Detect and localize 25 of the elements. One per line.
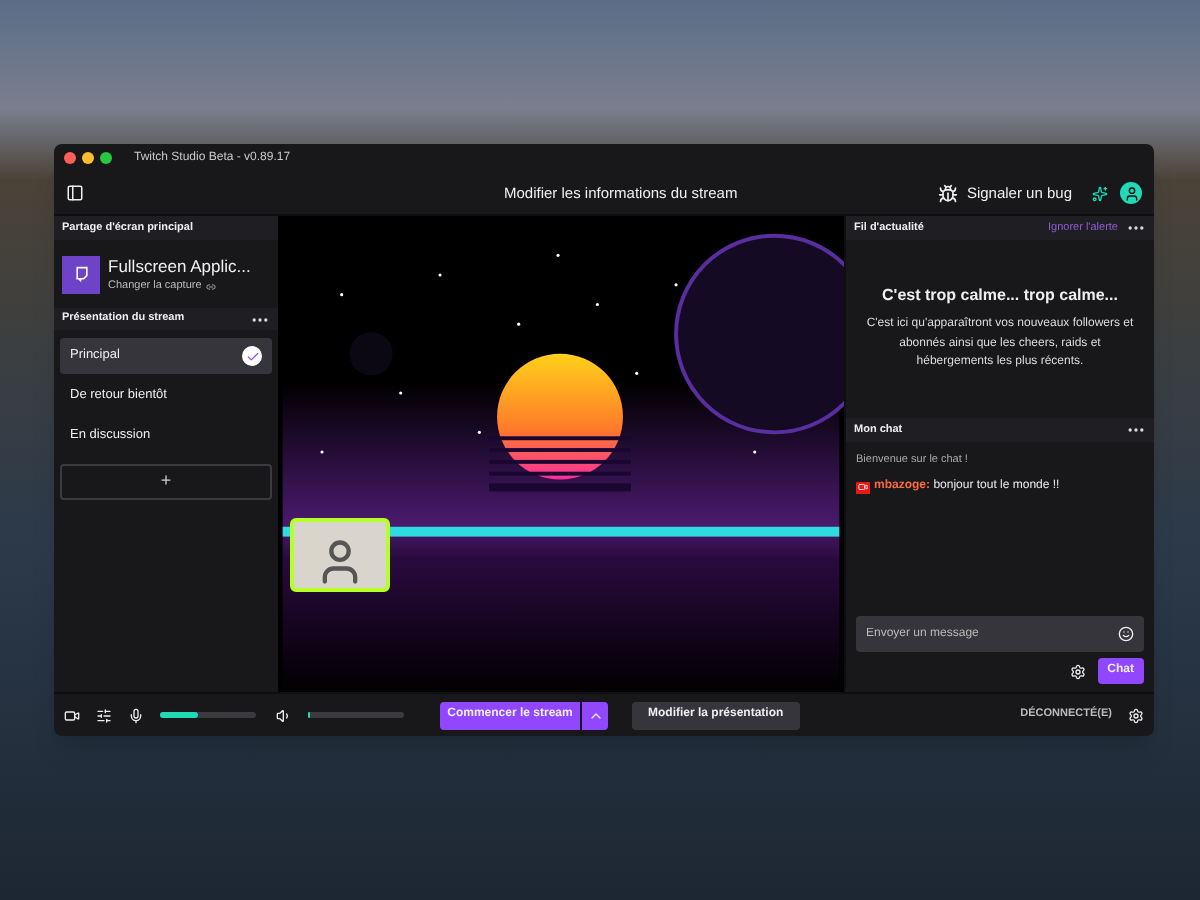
chat-bubble-icon [73,266,89,282]
avatar-icon[interactable] [1120,182,1142,204]
settings-icon[interactable] [1128,707,1144,723]
close-icon[interactable] [64,152,76,164]
caret-button[interactable] [582,701,608,729]
volume-slider[interactable] [308,712,404,718]
emoji-icon[interactable] [1118,626,1134,642]
microphone-slider[interactable] [160,712,256,718]
check-icon [242,346,262,366]
sidebar-toggle-icon[interactable] [66,184,84,202]
minimize-icon[interactable] [82,152,94,164]
webcam-placeholder [290,518,390,592]
capture-name: Fullscreen Applic... [108,253,251,279]
sliders-icon[interactable] [96,707,112,723]
camera-icon[interactable] [64,707,80,723]
add-scene-button[interactable]: + [60,464,272,500]
bug-icon [938,183,959,203]
camera-badge-icon [856,481,870,494]
volume-icon[interactable] [276,707,292,723]
link-icon [205,281,216,292]
sparkle-icon[interactable] [1092,185,1108,201]
microphone-icon[interactable] [128,707,144,723]
feed-heading: C'est trop calme... trop calme... [882,284,1118,309]
zoom-icon[interactable] [100,152,112,164]
settings-icon[interactable] [1069,663,1086,679]
